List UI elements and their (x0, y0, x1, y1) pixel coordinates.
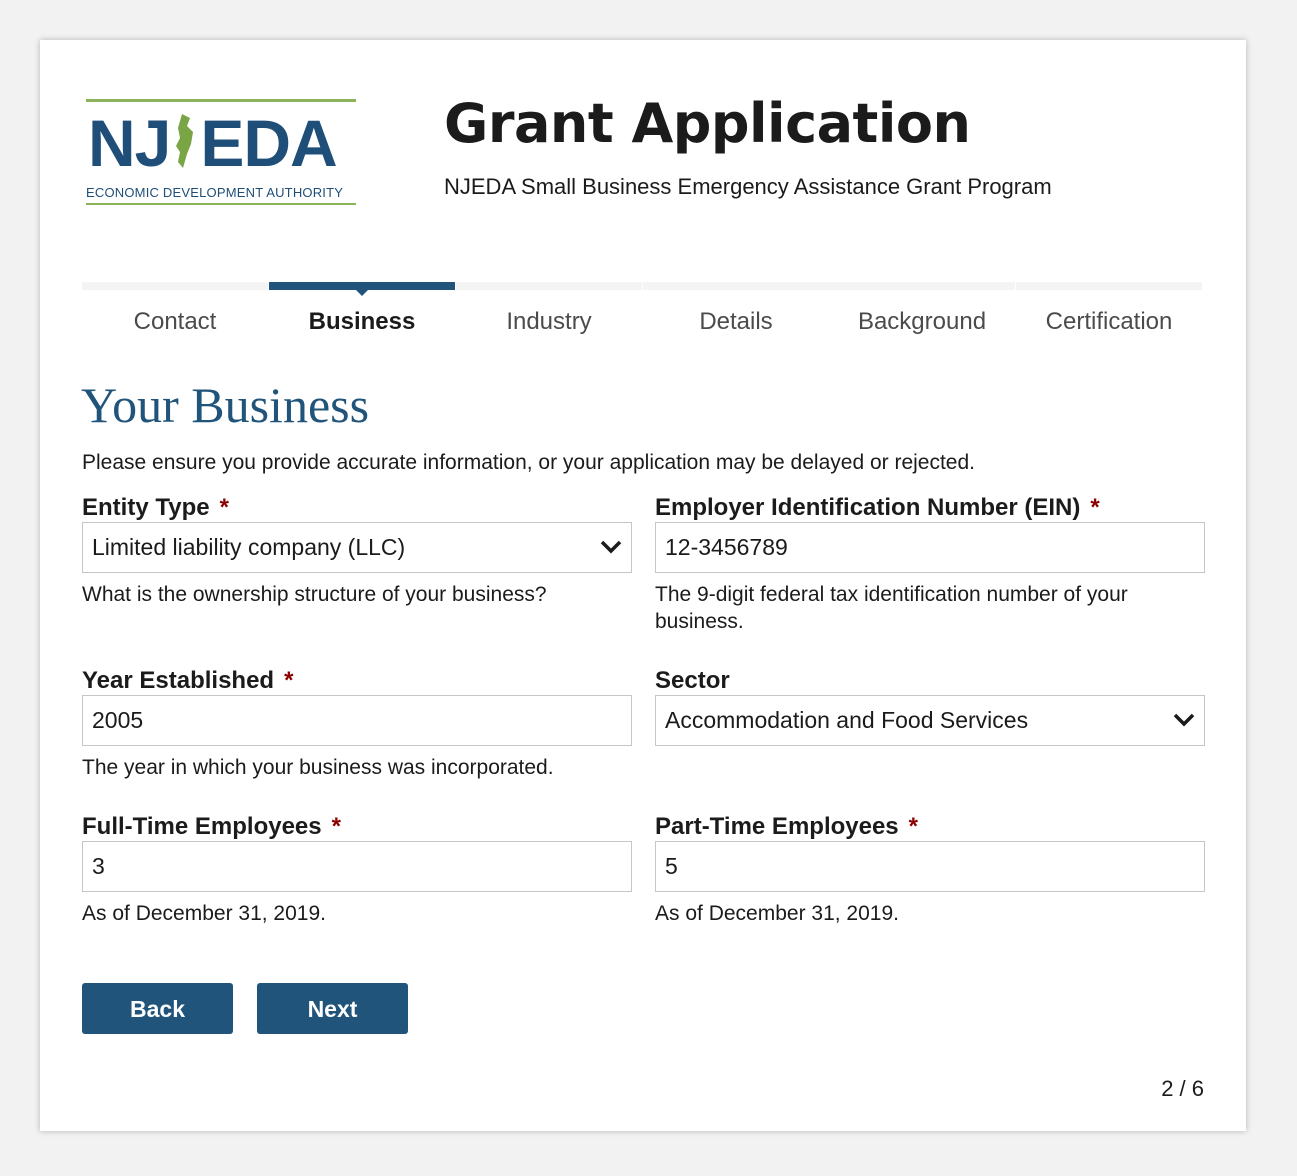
full-time-employees-label: Full-Time Employees * (82, 811, 632, 843)
new-jersey-state-icon (170, 107, 200, 179)
program-subtitle: NJEDA Small Business Emergency Assistanc… (444, 174, 1052, 199)
full-time-employees-input[interactable] (82, 841, 632, 892)
entity-type-value: Limited liability company (LLC) (92, 534, 406, 560)
step-bar (1016, 282, 1202, 290)
step-details[interactable]: Details (643, 282, 829, 342)
step-label: Background (857, 308, 987, 335)
entity-type-field: Entity Type * Limited liability company (… (82, 492, 632, 608)
sector-label: Sector (655, 667, 730, 694)
year-established-label-text: Year Established (82, 667, 275, 694)
step-progress-nav: Contact Business Industry Details Backgr… (82, 282, 1202, 342)
part-time-employees-field: Part-Time Employees * As of December 31, … (655, 811, 1205, 927)
step-label: Contact (133, 308, 217, 335)
step-label: Business (308, 308, 416, 335)
required-mark: * (284, 667, 294, 694)
required-mark: * (331, 813, 341, 840)
entity-type-select[interactable]: Limited liability company (LLC) (82, 522, 632, 573)
page-indicator: 2 / 6 (1161, 1076, 1204, 1101)
step-label: Details (699, 308, 773, 335)
sector-value: Accommodation and Food Services (665, 707, 1029, 733)
step-certification[interactable]: Certification (1016, 282, 1202, 342)
step-label: Certification (1045, 308, 1173, 335)
back-button[interactable]: Back (82, 983, 233, 1034)
step-business[interactable]: Business (269, 282, 455, 342)
entity-type-label: Entity Type * (82, 492, 632, 524)
logo-subtitle: ECONOMIC DEVELOPMENT AUTHORITY (86, 185, 344, 200)
next-button[interactable]: Next (257, 983, 408, 1034)
step-bar (456, 282, 642, 290)
ein-input[interactable] (655, 522, 1205, 573)
njeda-logo: NJ EDA ECONOMIC DEVELOPMENT AUTHORITY (86, 99, 356, 205)
full-time-employees-field: Full-Time Employees * As of December 31, … (82, 811, 632, 927)
part-time-employees-help: As of December 31, 2019. (655, 902, 899, 925)
part-time-employees-label-text: Part-Time Employees (655, 813, 899, 840)
section-intro: Please ensure you provide accurate infor… (82, 451, 976, 474)
ein-label: Employer Identification Number (EIN) * (655, 492, 1205, 524)
logo-bottom-rule (86, 203, 356, 205)
step-industry[interactable]: Industry (456, 282, 642, 342)
logo-top-rule (86, 99, 356, 102)
step-background[interactable]: Background (829, 282, 1015, 342)
step-bar (643, 282, 829, 290)
section-title: Your Business (81, 377, 370, 433)
entity-type-label-text: Entity Type (82, 494, 210, 521)
chevron-down-icon (1173, 713, 1195, 727)
year-established-field: Year Established * The year in which your… (82, 665, 632, 781)
active-step-pointer-icon (356, 290, 368, 296)
required-mark: * (1090, 494, 1100, 521)
logo-wordmark: NJ EDA (88, 106, 338, 180)
required-mark: * (908, 813, 918, 840)
logo-text-right: EDA (200, 106, 337, 180)
year-established-input[interactable] (82, 695, 632, 746)
ein-label-text: Employer Identification Number (EIN) (655, 494, 1081, 521)
full-time-employees-help: As of December 31, 2019. (82, 902, 326, 925)
part-time-employees-input[interactable] (655, 841, 1205, 892)
year-established-help: The year in which your business was inco… (82, 756, 554, 779)
full-time-employees-label-text: Full-Time Employees (82, 813, 322, 840)
step-bar (829, 282, 1015, 290)
ein-field: Employer Identification Number (EIN) * Th… (655, 492, 1205, 635)
part-time-employees-label: Part-Time Employees * (655, 811, 1205, 843)
logo-text-left: NJ (88, 106, 171, 180)
chevron-down-icon (600, 540, 622, 554)
step-bar (82, 282, 268, 290)
sector-field: Sector Accommodation and Food Services (655, 665, 1205, 746)
entity-type-help: What is the ownership structure of your … (82, 583, 547, 606)
step-label: Industry (506, 308, 592, 335)
required-mark: * (219, 494, 229, 521)
page-title: Grant Application (444, 92, 971, 155)
year-established-label: Year Established * (82, 665, 632, 697)
sector-select[interactable]: Accommodation and Food Services (655, 695, 1205, 746)
step-bar-active (269, 282, 455, 290)
application-card: NJ EDA ECONOMIC DEVELOPMENT AUTHORITY Gra… (40, 40, 1246, 1131)
ein-help: The 9-digit federal tax identification n… (655, 583, 1128, 633)
step-contact[interactable]: Contact (82, 282, 268, 342)
